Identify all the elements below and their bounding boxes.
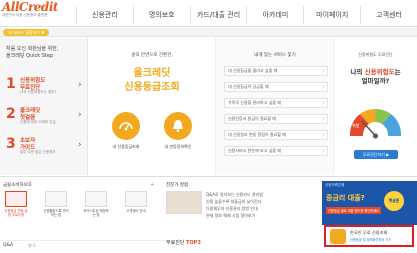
plus-icon[interactable]: +	[150, 182, 154, 188]
consumer-item[interactable]: 신용등급 변동 알림 무료이용	[3, 191, 29, 217]
bottom-tabs: Q&A 뉴스	[0, 240, 166, 252]
promo-headline-1: 올크레딧	[133, 68, 171, 79]
step-number: 1	[6, 76, 16, 92]
alarm-icon	[5, 191, 27, 207]
risk-gauge-icon: 위험	[349, 108, 402, 139]
change-info-label[interactable]: 내 변동정보확인	[152, 144, 204, 150]
phone-icon	[85, 191, 107, 207]
document-icon	[45, 191, 67, 207]
chevron-right-icon: ›	[322, 68, 324, 73]
promo-headline-2: 신용등급조회	[124, 82, 180, 93]
service-item[interactable]: 신용인증서 발급이 필요할 때 ›	[224, 114, 328, 124]
step-number: 3	[6, 136, 16, 152]
free-credit-check-box[interactable]: 한국인 무료 신용조회 신용등급 및 정보확인하러 가기	[324, 225, 414, 247]
nav-academy[interactable]: 아카데미	[246, 6, 303, 24]
column-link[interactable]: 다중채무자 신용관리 방법 안내	[206, 206, 306, 212]
credit-check-label[interactable]: 내 신용등급조회	[100, 144, 152, 150]
service-item[interactable]: 내 신용등급이 궁금할 때 ›	[224, 82, 328, 92]
service-item[interactable]: 가족의 신용을 관리하고 싶을 때 ›	[224, 98, 328, 108]
tagline: 대한민국 대표 신용정보 플랫폼	[2, 13, 48, 17]
chevron-right-icon: ›	[322, 100, 324, 105]
column-title: 전문가 칼럼	[166, 183, 189, 188]
credit-report-icon	[330, 229, 346, 244]
tab-qna[interactable]: Q&A	[3, 243, 13, 248]
credit-check-button[interactable]	[112, 112, 140, 140]
promo-box-title: 한국인 무료 신용조회	[350, 230, 388, 235]
promo-box-desc: 신용등급 및 정보확인하러 가기	[350, 238, 392, 242]
step-number: 2	[6, 106, 16, 122]
gauge-icon	[119, 122, 133, 131]
top3-heading: 무료진단 TOP3	[166, 240, 201, 246]
ad-brand: 신한저축은행	[325, 183, 345, 187]
lower-section: 금융소비자보호 + 신용등급 변동 알림 무료이용 신용불량기록 관리하는 법 …	[0, 176, 417, 253]
tab-news[interactable]: 뉴스	[28, 243, 36, 249]
service-finder: 내게 맞는 서비스 찾기 내 신용등급을 올리고 싶을 때 › 내 신용등급이 궁…	[216, 38, 334, 175]
bell-icon	[173, 120, 183, 133]
chevron-right-icon: ›	[78, 80, 82, 90]
hero-section: 처음 오신 회원님을 위한, 올크레딧 Quick Step 1 신용위험도 무…	[0, 38, 417, 175]
step-desc: 신용에 대한 오해와 진실	[20, 120, 56, 124]
ad-headline: 중금리 대출?	[326, 194, 365, 202]
promo-subtitle: 클릭 한번으로 간편한,	[131, 53, 173, 58]
loan-ad-banner[interactable]: 신한저축은행 중금리 대출? 신용등급 별로 대출 한도를 확인하세요 햇살론	[322, 181, 417, 225]
risk-diagnosis-panel: 신용위험도 무료진단 나의 신용위험도는 얼마일까? 위험 무료진단하기 ▶	[334, 38, 417, 175]
service-item[interactable]: 내 신용정보 변동 알림이 필요할 때 ›	[224, 130, 328, 140]
chevron-right-icon: ›	[322, 132, 324, 137]
header: AllCredit 대한민국 대표 신용정보 플랫폼 신용관리 명의보호 카드/…	[0, 0, 417, 27]
step-desc: 나의 신용위험도는 얼마?	[20, 90, 57, 94]
service-item[interactable]: 내 신용등급을 올리고 싶을 때 ›	[224, 66, 328, 76]
nav-credit-manage[interactable]: 신용관리	[76, 6, 133, 24]
column-thumbnail[interactable]	[166, 191, 202, 214]
free-diagnosis-button[interactable]: 무료진단하기 ▶	[354, 150, 398, 159]
ad-badge: 햇살론	[384, 191, 404, 211]
nav-customer-center[interactable]: 고객센터	[360, 6, 417, 24]
service-item[interactable]: 신용서비스 한눈에 보고 싶을 때 ›	[224, 146, 328, 156]
consumer-item[interactable]: 보이스피싱 예방하는 법	[83, 191, 109, 217]
step-desc: 알아 두면 좋은 신용정보	[20, 150, 56, 154]
consumer-item[interactable]: 고객센터 안내	[123, 191, 149, 213]
chevron-right-icon: ›	[78, 110, 82, 120]
diagnosis-title: 신용위험도 무료진단	[358, 52, 393, 57]
headset-icon	[125, 191, 147, 207]
consumer-item[interactable]: 신용불량기록 관리하는 법	[43, 191, 69, 217]
sub-bar: 내 서비스 결합하기 ▼	[0, 28, 417, 37]
service-link-button[interactable]: 내 서비스 결합하기 ▼	[3, 29, 50, 36]
change-info-button[interactable]	[164, 112, 192, 140]
credit-check-promo: 클릭 한번으로 간편한, 올크레딧 신용등급조회 내 신용등급조회 내 변동정보…	[88, 38, 216, 175]
column-link[interactable]: Q&A로 알아보는 신용카드 관리법	[206, 192, 306, 198]
service-finder-title: 내게 맞는 서비스 찾기	[254, 53, 296, 58]
gauge-label: 위험	[352, 122, 360, 128]
chevron-right-icon: ›	[78, 140, 82, 150]
quick-step-title: 처음 오신 회원님을 위한, 올크레딧 Quick Step	[6, 46, 59, 59]
chevron-right-icon: ›	[322, 116, 324, 121]
consumer-protection-title: 금융소비자보호	[3, 183, 32, 188]
quick-step-panel: 처음 오신 회원님을 위한, 올크레딧 Quick Step 1 신용위험도 무…	[0, 38, 88, 175]
logo[interactable]: AllCredit	[2, 0, 58, 14]
nav-identity-protect[interactable]: 명의보호	[132, 6, 190, 24]
ad-note: 신용등급 별로 대출 한도를 확인하세요	[326, 207, 381, 214]
nav-card-loan[interactable]: 카드/대출 관리	[189, 6, 247, 24]
column-link[interactable]: 신용 높을수록 대출금리 낮아진다	[206, 199, 306, 205]
main-nav: 신용관리 명의보호 카드/대출 관리 아카데미 마이페이지 고객센터	[76, 6, 417, 24]
column-link[interactable]: 연체 정보 해제 시점 알아보기	[206, 213, 306, 219]
chevron-right-icon: ›	[322, 84, 324, 89]
diagnosis-question-2: 얼마일까?	[361, 77, 390, 85]
chevron-right-icon: ›	[322, 148, 324, 153]
nav-mypage[interactable]: 마이페이지	[303, 6, 360, 24]
